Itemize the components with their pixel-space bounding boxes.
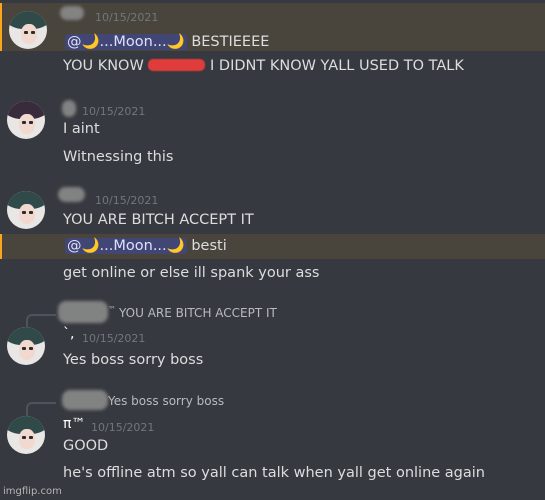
avatar[interactable]: [7, 191, 45, 229]
message-text: I aint: [63, 121, 100, 137]
chat-log: 10/15/2021 @🌙...Moon...🌙 BESTIEEEE YOU K…: [0, 0, 545, 500]
timestamp: 10/15/2021: [82, 332, 146, 345]
reply-avatar-redacted: [62, 390, 108, 410]
timestamp: 10/15/2021: [82, 105, 146, 118]
username[interactable]: `,: [63, 326, 74, 342]
avatar[interactable]: [7, 416, 45, 454]
avatar[interactable]: [9, 11, 47, 49]
message-text: @🌙...Moon...🌙 besti: [65, 238, 227, 254]
timestamp: 10/15/2021: [95, 194, 159, 207]
username-redacted: [60, 6, 84, 20]
avatar[interactable]: [7, 327, 45, 365]
watermark: imgflip.com: [3, 486, 62, 497]
username-redacted: [62, 100, 76, 117]
reply-preview-prefix: ™: [108, 305, 116, 314]
message-text: he's offline atm so yall can talk when y…: [63, 465, 485, 481]
username[interactable]: π™: [63, 416, 85, 432]
message-text: @🌙...Moon...🌙 BESTIEEEE: [65, 34, 270, 50]
message-text: get online or else ill spank your ass: [63, 265, 320, 281]
message-mention-row: @🌙...Moon...🌙 besti: [0, 234, 545, 259]
message-text: Witnessing this: [63, 149, 174, 165]
reply-connector: [26, 314, 56, 328]
username-redacted: [58, 187, 85, 202]
message-text: YOU KNOW I DIDNT KNOW YALL USED TO TALK: [63, 58, 464, 74]
reply-connector: [26, 402, 56, 416]
redaction-mark: [148, 59, 206, 71]
user-mention[interactable]: @🌙...Moon...🌙: [65, 34, 187, 50]
timestamp: 10/15/2021: [91, 421, 155, 434]
message-text: Yes boss sorry boss: [63, 352, 204, 368]
reply-preview[interactable]: YOU ARE BITCH ACCEPT IT: [119, 306, 277, 320]
reply-avatar-redacted: [58, 301, 108, 323]
message-text: GOOD: [63, 438, 109, 454]
message-1: 10/15/2021 @🌙...Moon...🌙 BESTIEEEE: [0, 3, 545, 51]
reply-preview[interactable]: Yes boss sorry boss: [108, 394, 224, 408]
timestamp: 10/15/2021: [95, 11, 159, 24]
user-mention[interactable]: @🌙...Moon...🌙: [65, 238, 187, 254]
message-text: YOU ARE BITCH ACCEPT IT: [63, 212, 254, 228]
avatar[interactable]: [7, 101, 45, 139]
